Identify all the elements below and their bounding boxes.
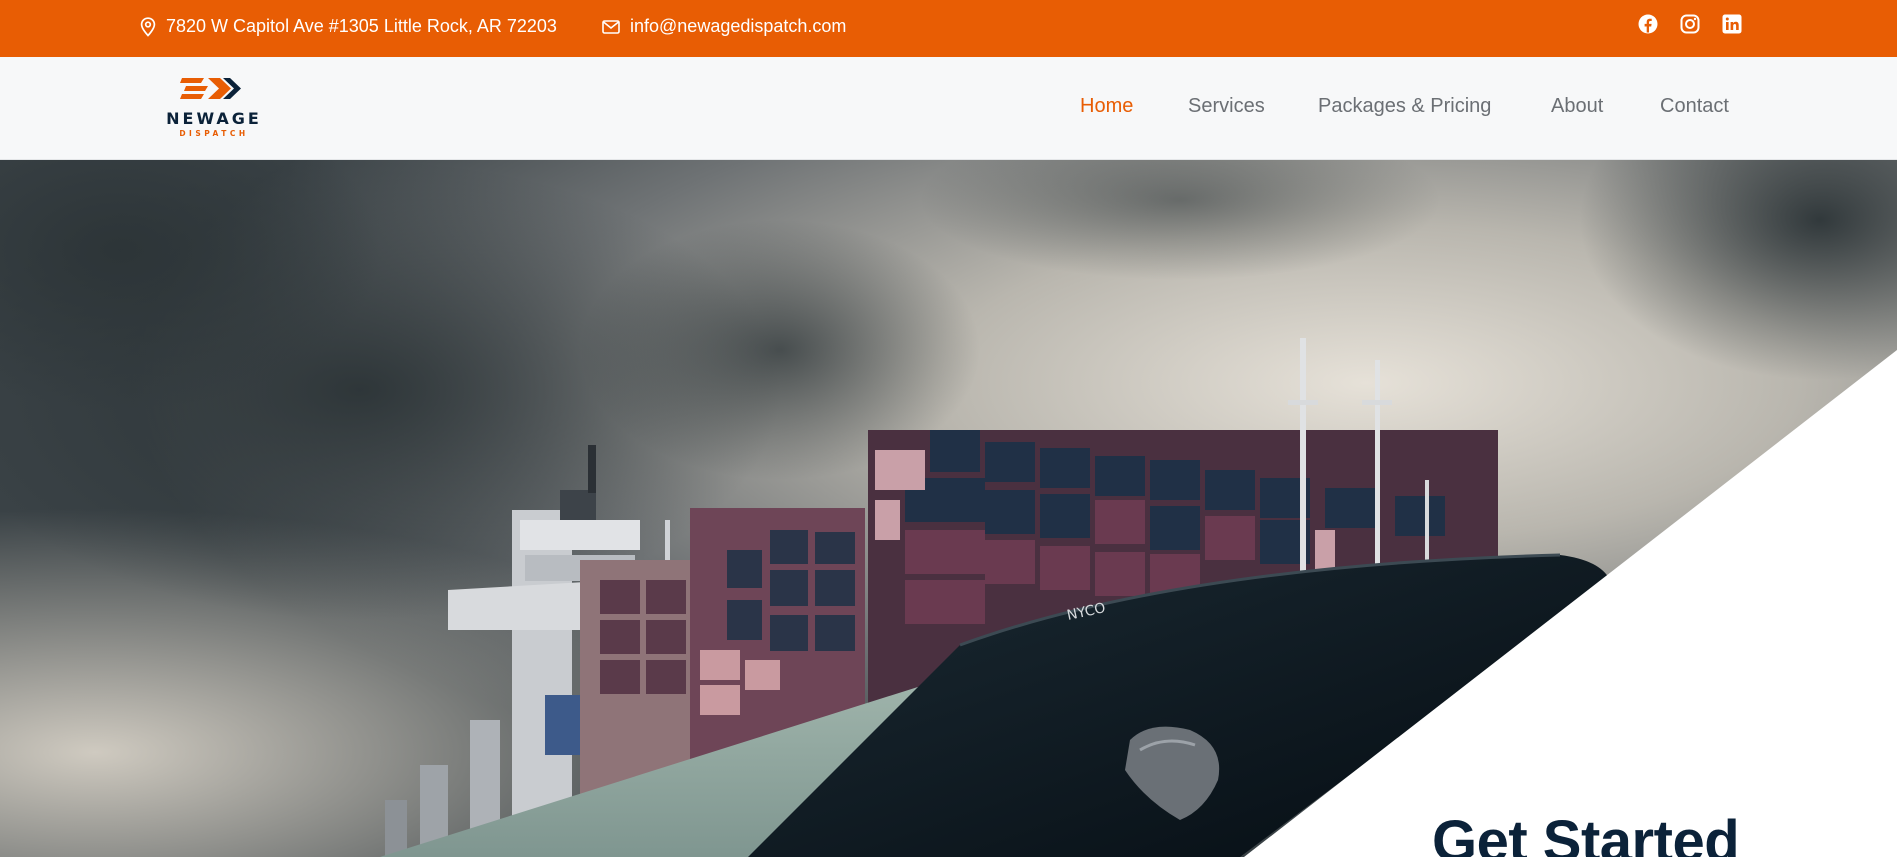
map-pin-icon	[140, 16, 156, 37]
brand-logo[interactable]: NEWAGE DISPATCH	[162, 75, 266, 141]
address-text: 7820 W Capitol Ave #1305 Little Rock, AR…	[166, 16, 557, 36]
site-header: NEWAGE DISPATCH Home Services Packages &…	[0, 57, 1897, 160]
email-item[interactable]: info@newagedispatch.com	[602, 0, 846, 53]
logo-mark-icon	[180, 78, 241, 99]
hero-cargo-ship-image: NYCO	[0, 160, 1897, 857]
nav-about[interactable]: About	[1551, 95, 1603, 118]
hero-section: NYCO Get Started	[0, 160, 1897, 857]
linkedin-icon[interactable]	[1722, 14, 1742, 39]
envelope-icon	[602, 19, 620, 34]
facebook-icon[interactable]	[1638, 14, 1658, 39]
top-bar: 7820 W Capitol Ave #1305 Little Rock, AR…	[0, 0, 1897, 57]
nav-packages-pricing[interactable]: Packages & Pricing	[1318, 95, 1491, 118]
brand-name: NEWAGE	[166, 109, 262, 128]
get-started-heading: Get Started	[1432, 809, 1740, 857]
nav-home[interactable]: Home	[1080, 95, 1133, 118]
email-link[interactable]: info@newagedispatch.com	[630, 16, 846, 37]
nav-contact[interactable]: Contact	[1660, 95, 1729, 118]
instagram-icon[interactable]	[1680, 14, 1700, 39]
address-item: 7820 W Capitol Ave #1305 Little Rock, AR…	[140, 0, 557, 53]
brand-tagline: DISPATCH	[179, 129, 249, 138]
nav-services[interactable]: Services	[1188, 95, 1265, 118]
